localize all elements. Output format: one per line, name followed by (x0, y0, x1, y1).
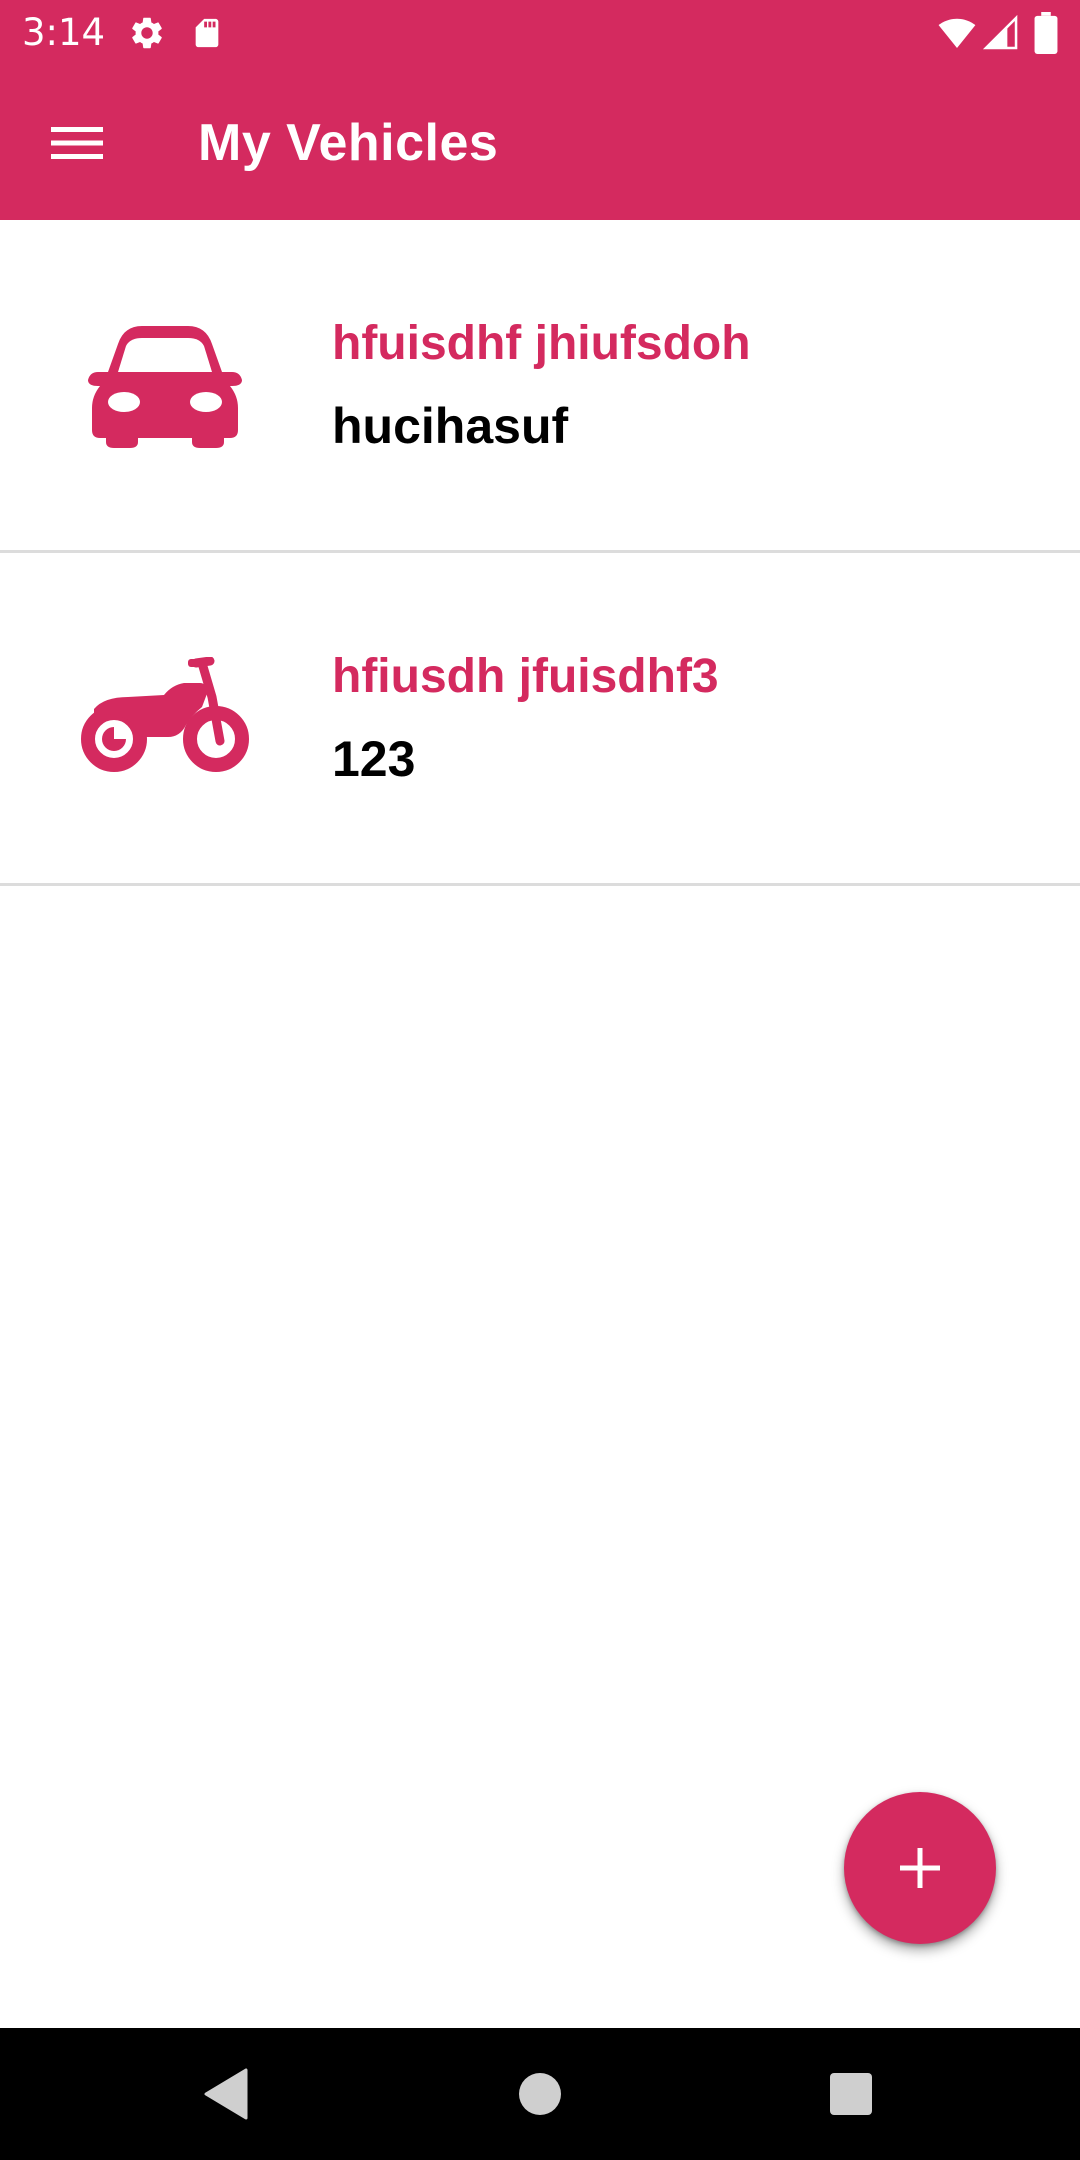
motorcycle-icon (81, 657, 249, 772)
menu-button[interactable] (40, 110, 114, 176)
status-time: 3:14 (22, 11, 106, 54)
vehicle-list-item[interactable]: hfuisdhf jhiufsdoh hucihasuf (0, 220, 1080, 553)
screen: 3:14 My Vehicles hfuisdhf jhiufsdoh huci… (0, 0, 1080, 2160)
vehicle-name: hfuisdhf jhiufsdoh (332, 317, 751, 370)
menu-icon (51, 127, 103, 159)
signal-icon (982, 14, 1018, 50)
wifi-icon (938, 18, 976, 49)
add-icon (900, 1848, 940, 1888)
back-icon[interactable] (202, 2068, 248, 2120)
vehicle-name: hfiusdh jfuisdhf3 (332, 650, 719, 703)
sd-card-icon (195, 18, 219, 48)
vehicle-list-item[interactable]: hfiusdh jfuisdhf3 123 (0, 553, 1080, 886)
navigation-bar (0, 2028, 1080, 2160)
car-icon (88, 326, 242, 448)
battery-icon (1034, 12, 1058, 54)
vehicle-plate: 123 (332, 731, 416, 787)
add-vehicle-button[interactable] (844, 1792, 996, 1944)
vehicle-list: hfuisdhf jhiufsdoh hucihasuf hfiusdh jfu… (0, 220, 1080, 886)
home-icon[interactable] (518, 2072, 562, 2116)
recents-icon[interactable] (829, 2072, 873, 2116)
status-bar: 3:14 (0, 0, 1080, 66)
app-bar: My Vehicles (0, 66, 1080, 220)
gear-icon (132, 17, 162, 49)
vehicle-plate: hucihasuf (332, 398, 569, 454)
page-title: My Vehicles (198, 114, 499, 172)
